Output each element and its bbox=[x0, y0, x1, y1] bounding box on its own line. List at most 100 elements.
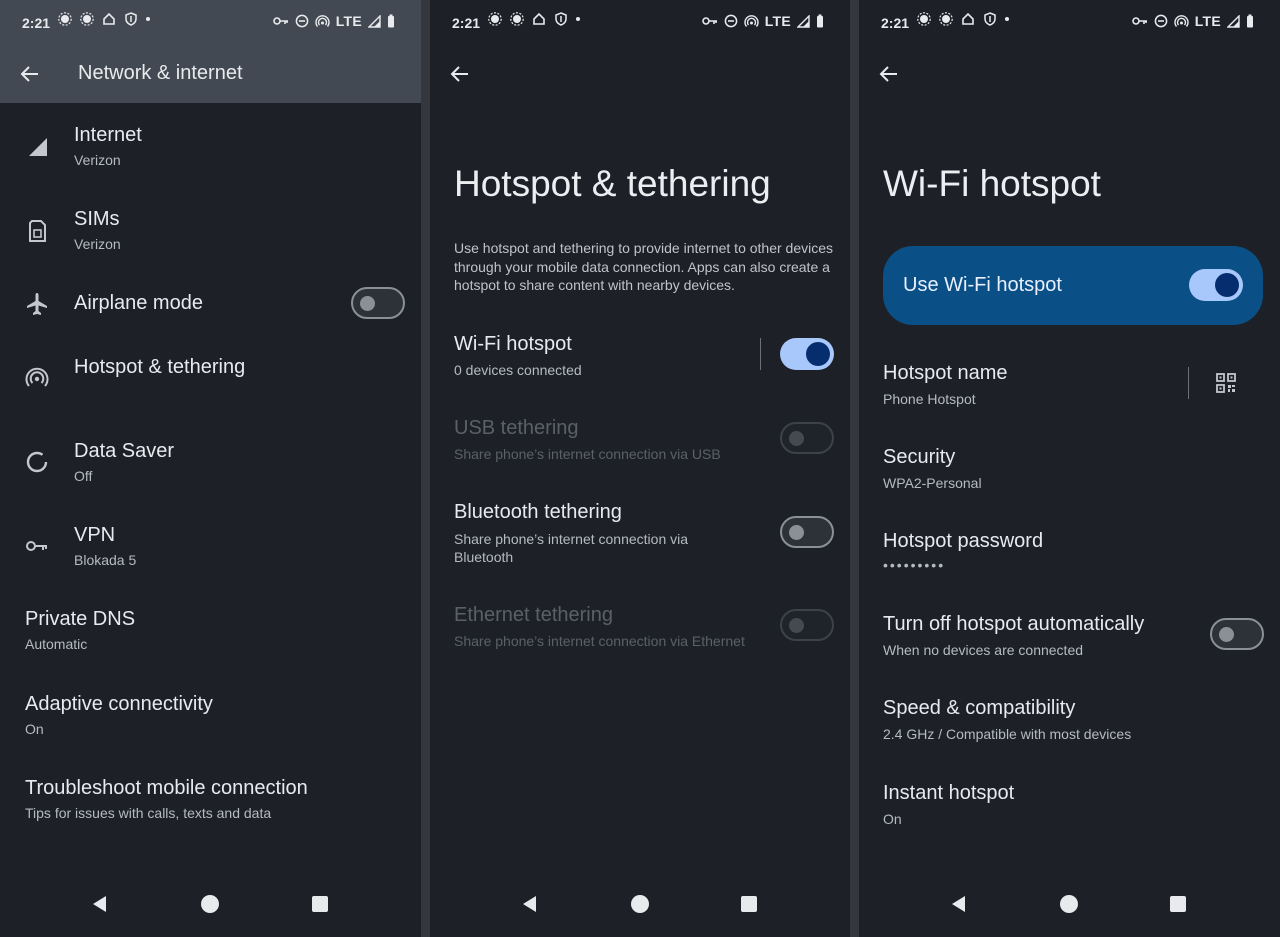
list-item-ethernet-tethering[interactable]: Ethernet tethering Share phone’s interne… bbox=[430, 601, 850, 655]
item-title: Wi-Fi hotspot bbox=[454, 333, 572, 355]
nav-recents-icon[interactable] bbox=[738, 893, 760, 915]
list-item-turn-off-automatically[interactable]: Turn off hotspot automatically When no d… bbox=[859, 610, 1280, 664]
page-description: Use hotspot and tethering to provide int… bbox=[454, 240, 834, 293]
status-time: 2:21 bbox=[452, 15, 481, 31]
list-item-troubleshoot[interactable]: Troubleshoot mobile connection Tips for … bbox=[0, 773, 421, 837]
hotspot-icon bbox=[25, 367, 49, 387]
list-item-usb-tethering[interactable]: USB tethering Share phone’s internet con… bbox=[430, 414, 850, 468]
network-type: LTE bbox=[1194, 13, 1221, 29]
airplane-icon bbox=[27, 293, 47, 315]
home-icon bbox=[533, 12, 545, 25]
signal-icon bbox=[797, 14, 810, 28]
item-subtitle: Off bbox=[74, 468, 93, 484]
item-subtitle: Share phone’s internet connection via Bl… bbox=[454, 531, 689, 565]
item-subtitle: When no devices are connected bbox=[883, 642, 1084, 658]
do-not-disturb-icon bbox=[295, 14, 309, 28]
key-icon bbox=[701, 17, 717, 25]
sun-icon bbox=[80, 12, 94, 26]
nav-back-icon[interactable] bbox=[519, 893, 541, 915]
item-title: Bluetooth tethering bbox=[454, 501, 622, 523]
network-type: LTE bbox=[764, 13, 791, 29]
usb-tethering-toggle[interactable] bbox=[780, 422, 834, 454]
list-item-data-saver[interactable]: Data Saver Off bbox=[0, 436, 421, 500]
sun-icon bbox=[939, 12, 953, 26]
list-item-private-dns[interactable]: Private DNS Automatic bbox=[0, 604, 421, 668]
item-title: VPN bbox=[74, 524, 116, 546]
item-subtitle: Share phone’s internet connection via Et… bbox=[454, 633, 745, 649]
hotspot-icon bbox=[743, 15, 759, 27]
list-item-wifi-hotspot[interactable]: Wi-Fi hotspot 0 devices connected bbox=[430, 330, 850, 384]
back-arrow-icon[interactable] bbox=[18, 62, 42, 86]
battery-icon bbox=[388, 14, 394, 28]
list-item-vpn[interactable]: VPN Blokada 5 bbox=[0, 520, 421, 584]
list-item-internet[interactable]: Internet Verizon bbox=[0, 120, 421, 184]
list-item-instant-hotspot[interactable]: Instant hotspot On bbox=[859, 779, 1280, 833]
item-subtitle: Blokada 5 bbox=[74, 552, 137, 568]
status-time: 2:21 bbox=[881, 15, 910, 31]
divider bbox=[760, 338, 761, 370]
toggle-knob bbox=[806, 342, 830, 366]
nav-home-icon[interactable] bbox=[1058, 893, 1080, 915]
network-internet-screen: 2:21 LTE Network & internet Internet Ver… bbox=[0, 0, 421, 937]
sun-icon bbox=[58, 12, 72, 26]
do-not-disturb-icon bbox=[1154, 14, 1168, 28]
item-title: SIMs bbox=[74, 208, 120, 230]
nav-home-icon[interactable] bbox=[629, 893, 651, 915]
nav-back-icon[interactable] bbox=[89, 893, 111, 915]
navigation-bar bbox=[0, 877, 421, 937]
list-item-hotspot-tethering[interactable]: Hotspot & tethering bbox=[0, 350, 421, 414]
status-time: 2:21 bbox=[22, 15, 51, 31]
navigation-bar bbox=[430, 877, 850, 937]
list-item-adaptive-connectivity[interactable]: Adaptive connectivity On bbox=[0, 689, 421, 753]
item-title: USB tethering bbox=[454, 417, 579, 439]
notification-dot bbox=[1005, 17, 1009, 21]
hotspot-icon bbox=[1173, 15, 1189, 27]
back-arrow-icon[interactable] bbox=[877, 62, 901, 86]
sim-card-icon bbox=[29, 220, 46, 242]
item-title: Hotspot name bbox=[883, 362, 1008, 384]
bluetooth-tethering-toggle[interactable] bbox=[780, 516, 834, 548]
nav-recents-icon[interactable] bbox=[1167, 893, 1189, 915]
nav-back-icon[interactable] bbox=[948, 893, 970, 915]
page-title: Network & internet bbox=[78, 62, 243, 84]
qr-code-icon[interactable] bbox=[1215, 372, 1237, 394]
list-item-hotspot-password[interactable]: Hotspot password ••••••••• bbox=[859, 527, 1280, 581]
back-arrow-icon[interactable] bbox=[448, 62, 472, 86]
shield-icon bbox=[555, 12, 567, 26]
list-item-sims[interactable]: SIMs Verizon bbox=[0, 204, 421, 268]
page-title: Wi-Fi hotspot bbox=[883, 163, 1101, 204]
item-title: Instant hotspot bbox=[883, 782, 1015, 804]
toggle-knob bbox=[789, 525, 804, 540]
toggle-knob bbox=[789, 618, 804, 633]
signal-icon bbox=[1227, 14, 1240, 28]
nav-home-icon[interactable] bbox=[199, 893, 221, 915]
home-icon bbox=[962, 12, 974, 25]
password-dots: ••••••••• bbox=[883, 557, 946, 573]
list-item-security[interactable]: Security WPA2-Personal bbox=[859, 443, 1280, 497]
use-wifi-hotspot-toggle[interactable] bbox=[1189, 269, 1243, 301]
wifi-hotspot-toggle[interactable] bbox=[780, 338, 834, 370]
toggle-knob bbox=[360, 296, 375, 311]
list-item-airplane-mode[interactable]: Airplane mode bbox=[0, 286, 421, 326]
list-item-bluetooth-tethering[interactable]: Bluetooth tethering Share phone’s intern… bbox=[430, 498, 850, 572]
airplane-mode-toggle[interactable] bbox=[351, 287, 405, 319]
item-title: Hotspot & tethering bbox=[74, 356, 246, 378]
wifi-hotspot-screen: 2:21 LTE Wi-Fi hotspot Use Wi-Fi hotspot… bbox=[859, 0, 1280, 937]
ethernet-tethering-toggle[interactable] bbox=[780, 609, 834, 641]
battery-icon bbox=[1247, 14, 1253, 28]
signal-icon bbox=[368, 14, 381, 28]
sun-icon bbox=[510, 12, 524, 26]
divider bbox=[1188, 367, 1189, 399]
item-subtitle: On bbox=[25, 721, 44, 737]
home-icon bbox=[103, 12, 115, 25]
turn-off-automatically-toggle[interactable] bbox=[1210, 618, 1264, 650]
use-wifi-hotspot-card[interactable]: Use Wi-Fi hotspot bbox=[883, 246, 1263, 325]
item-subtitle: 0 devices connected bbox=[454, 362, 582, 378]
item-subtitle: Verizon bbox=[74, 236, 121, 252]
list-item-speed-compatibility[interactable]: Speed & compatibility 2.4 GHz / Compatib… bbox=[859, 694, 1280, 748]
item-subtitle: Share phone’s internet connection via US… bbox=[454, 446, 721, 462]
status-bar: 2:21 LTE bbox=[859, 0, 1280, 46]
list-item-hotspot-name[interactable]: Hotspot name Phone Hotspot bbox=[859, 359, 1280, 413]
nav-recents-icon[interactable] bbox=[309, 893, 331, 915]
network-type: LTE bbox=[335, 13, 362, 29]
